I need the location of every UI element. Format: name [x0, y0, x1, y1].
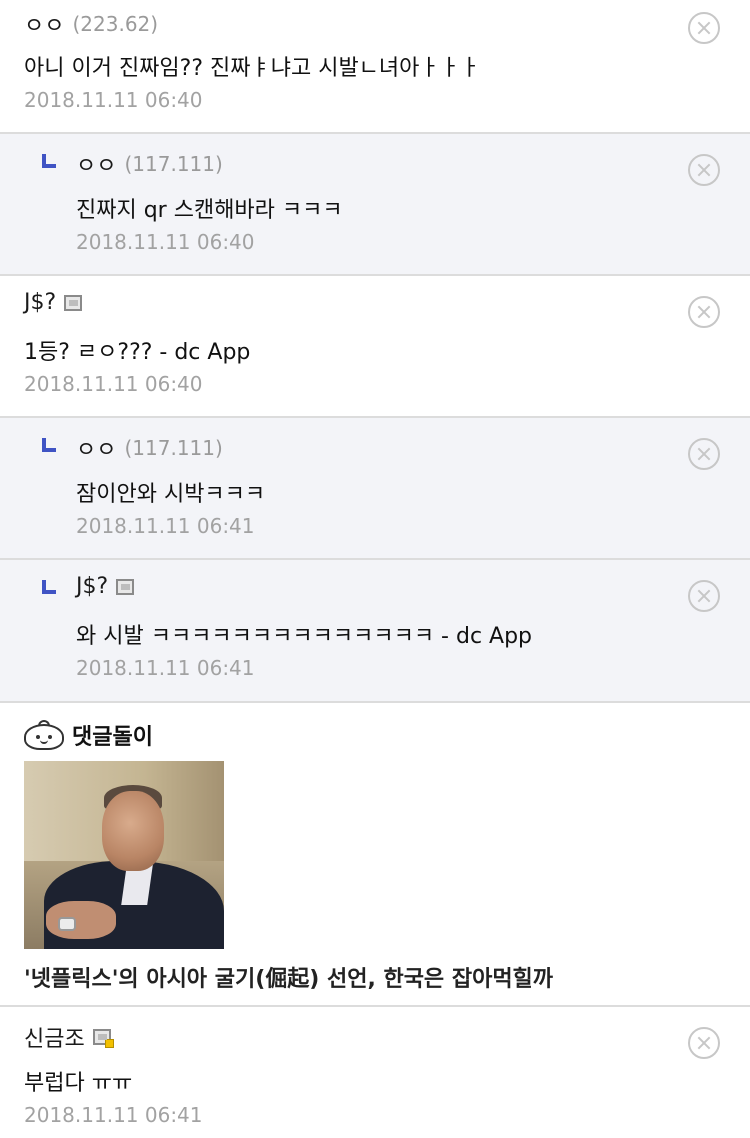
comment-bot-label: 댓글돌이 — [72, 725, 153, 750]
article-title-link[interactable]: '넷플릭스'의 아시아 굴기(倔起) 선언, 한국은 잡아먹힐까 — [24, 961, 553, 993]
reply-corner-icon — [42, 580, 56, 594]
comment-author[interactable]: J$? — [76, 574, 108, 599]
comment-header: ㅇㅇ (223.62) — [24, 8, 158, 40]
comment-date: 2018.11.11 06:40 — [24, 372, 203, 396]
comment-text: 진짜지 qr 스캔해바라 ㅋㅋㅋ — [76, 198, 343, 223]
delete-comment-button[interactable] — [688, 154, 720, 186]
comment: ㅇㅇ (223.62) 아니 이거 진짜임?? 진짜ㅑ냐고 시발ㄴ녀아ㅏㅏㅏ 2… — [0, 0, 750, 134]
comment-text: 잠이안와 시박ㅋㅋㅋ — [76, 482, 266, 507]
delete-comment-button[interactable] — [688, 580, 720, 612]
comment-author[interactable]: ㅇㅇ — [76, 432, 116, 464]
reply-corner-icon — [42, 154, 56, 168]
reply-comment: J$? 와 시발 ㅋㅋㅋㅋㅋㅋㅋㅋㅋㅋㅋㅋㅋㅋ - dc App 2018.11… — [0, 560, 750, 703]
comment: 신금조 부럽다 ㅠㅠ 2018.11.11 06:41 — [0, 1007, 750, 1138]
reply-comment: ㅇㅇ (117.111) 잠이안와 시박ㅋㅋㅋ 2018.11.11 06:41 — [0, 418, 750, 560]
comment-header: J$? — [76, 574, 135, 599]
comment: J$? 1등? ㄹㅇ??? - dc App 2018.11.11 06:40 — [0, 276, 750, 418]
comment-author[interactable]: J$? — [24, 290, 56, 315]
comment-header: ㅇㅇ (117.111) — [76, 148, 223, 180]
comment-text: 부럽다 ㅠㅠ — [24, 1071, 133, 1096]
comment-author[interactable]: ㅇㅇ — [76, 148, 116, 180]
comment-date: 2018.11.11 06:41 — [76, 656, 255, 680]
article-thumbnail[interactable] — [24, 761, 224, 949]
comment-date: 2018.11.11 06:40 — [24, 88, 203, 112]
comment-date: 2018.11.11 06:40 — [76, 230, 255, 254]
delete-comment-button[interactable] — [688, 296, 720, 328]
comment-ip: (117.111) — [124, 436, 223, 460]
comment-date: 2018.11.11 06:41 — [76, 514, 255, 538]
comment-header: J$? — [24, 290, 83, 315]
mobile-app-icon — [92, 1029, 114, 1048]
comment-bot-header: 댓글돌이 — [24, 719, 153, 751]
delete-comment-button[interactable] — [688, 1027, 720, 1059]
dumpling-mascot-icon — [24, 720, 64, 750]
comment-text: 와 시발 ㅋㅋㅋㅋㅋㅋㅋㅋㅋㅋㅋㅋㅋㅋ - dc App — [76, 624, 533, 649]
comment-text: 아니 이거 진짜임?? 진짜ㅑ냐고 시발ㄴ녀아ㅏㅏㅏ — [24, 56, 481, 81]
comment-header: ㅇㅇ (117.111) — [76, 432, 223, 464]
comment-text: 1등? ㄹㅇ??? - dc App — [24, 340, 251, 365]
comment-author[interactable]: ㅇㅇ — [24, 8, 64, 40]
delete-comment-button[interactable] — [688, 438, 720, 470]
comment-date: 2018.11.11 06:41 — [24, 1103, 203, 1127]
comment-author[interactable]: 신금조 — [24, 1021, 85, 1053]
comment-bot-card[interactable]: 댓글돌이 '넷플릭스'의 아시아 굴기(倔起) 선언, 한국은 잡아먹힐까 — [0, 703, 750, 1007]
comment-ip: (117.111) — [124, 152, 223, 176]
reply-corner-icon — [42, 438, 56, 452]
delete-comment-button[interactable] — [688, 12, 720, 44]
mobile-app-icon — [116, 578, 135, 595]
mobile-app-icon — [64, 294, 83, 311]
comment-ip: (223.62) — [72, 12, 159, 36]
comment-header: 신금조 — [24, 1021, 114, 1053]
reply-comment: ㅇㅇ (117.111) 진짜지 qr 스캔해바라 ㅋㅋㅋ 2018.11.11… — [0, 134, 750, 276]
